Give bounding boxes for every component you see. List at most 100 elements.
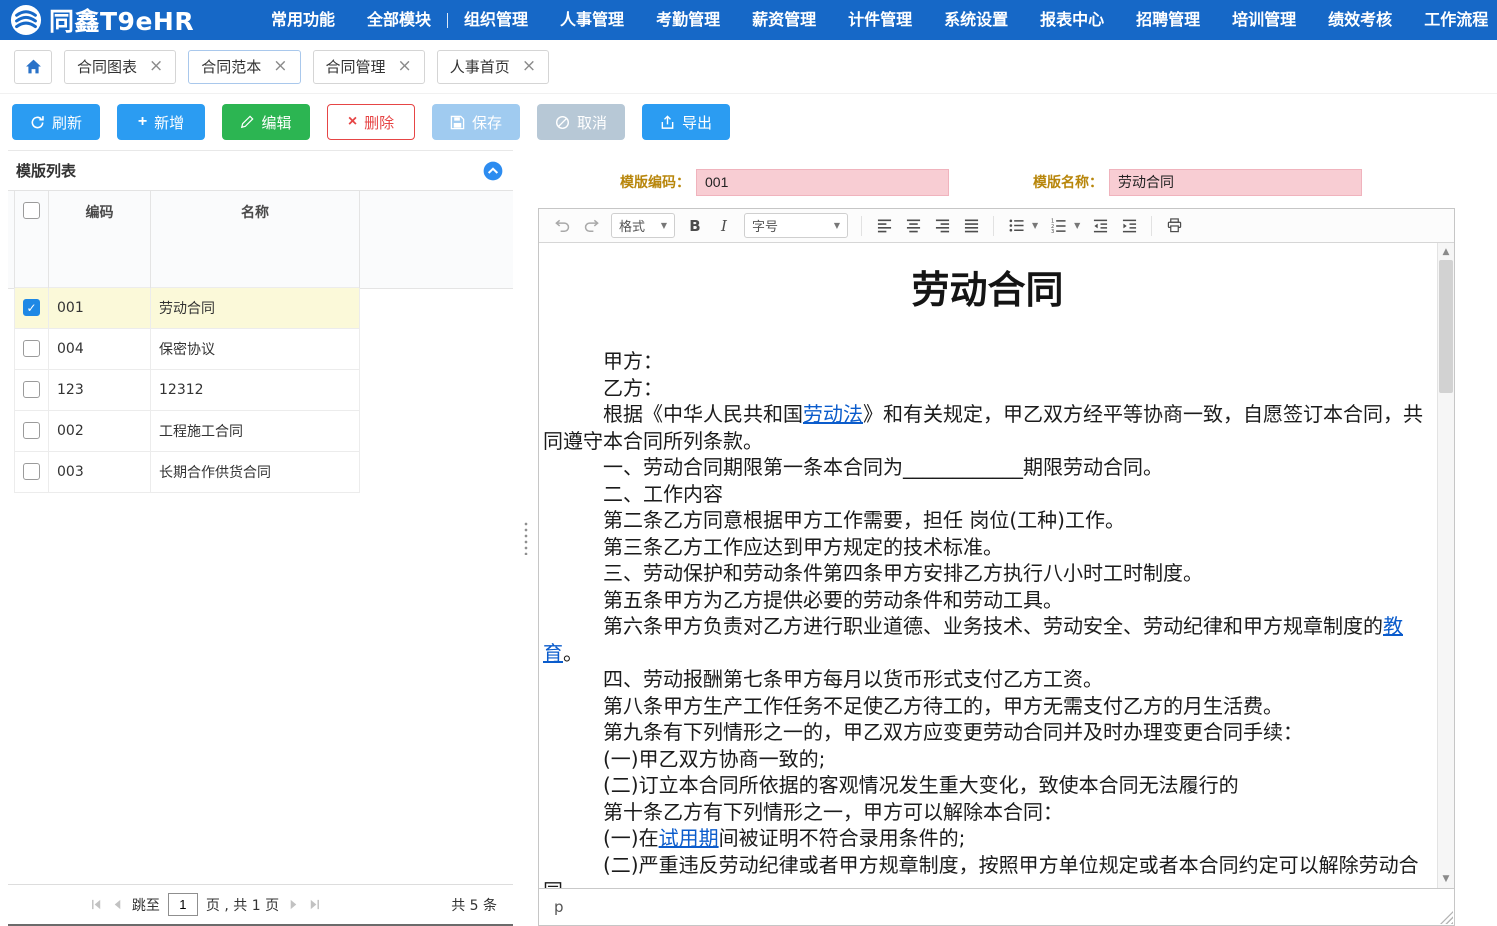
- tab-4[interactable]: 人事首页 ×: [437, 50, 549, 84]
- export-button[interactable]: 导出: [642, 104, 730, 140]
- row-checkbox[interactable]: [23, 422, 40, 439]
- save-button[interactable]: 保存: [432, 104, 520, 140]
- tab-2[interactable]: 合同范本 ×: [188, 50, 300, 84]
- refresh-button[interactable]: 刷新: [12, 104, 100, 140]
- align-right-icon[interactable]: [929, 213, 955, 238]
- row-name: 劳动合同: [151, 287, 360, 328]
- table-row[interactable]: 12312312: [15, 369, 360, 410]
- numbered-list-icon[interactable]: 123: [1045, 213, 1071, 238]
- indent-icon[interactable]: [1116, 213, 1142, 238]
- save-icon: [450, 115, 465, 130]
- bullet-list-caret-icon[interactable]: ▼: [1032, 221, 1038, 230]
- resize-grip[interactable]: [1440, 911, 1453, 924]
- nav-item-2[interactable]: 全部模块: [351, 0, 447, 40]
- panel-splitter[interactable]: [513, 150, 538, 926]
- row-checkbox[interactable]: [23, 463, 40, 480]
- last-page-icon[interactable]: [308, 898, 321, 911]
- row-name: 保密协议: [151, 328, 360, 369]
- add-button[interactable]: + 新增: [117, 104, 205, 140]
- select-all-checkbox[interactable]: [23, 202, 40, 219]
- tab-bar: 合同图表× 合同范本 × 合同管理 × 人事首页 ×: [0, 40, 1497, 94]
- tab-label: 人事首页: [450, 56, 510, 77]
- collapse-panel-button[interactable]: [483, 161, 503, 181]
- nav-item-1[interactable]: 常用功能: [255, 0, 351, 40]
- doc-paragraph: 根据《中华人民共和国劳动法》和有关规定，甲乙双方经平等协商一致，自愿签订本合同，…: [543, 401, 1432, 454]
- cancel-button[interactable]: 取消: [537, 104, 625, 140]
- row-checkbox[interactable]: [23, 381, 40, 398]
- row-checkbox[interactable]: ✓: [23, 299, 40, 316]
- print-icon[interactable]: [1161, 213, 1187, 238]
- jump-label: 跳至: [132, 895, 160, 915]
- nav-item-6[interactable]: 薪资管理: [736, 0, 832, 40]
- bullet-list-icon[interactable]: [1003, 213, 1029, 238]
- row-checkbox-cell: [15, 410, 49, 451]
- nav-item-8[interactable]: 系统设置: [928, 0, 1024, 40]
- table-row[interactable]: 002工程施工合同: [15, 410, 360, 451]
- doc-paragraph: (二)订立本合同所依据的客观情况发生重大变化，致使本合同无法履行的: [543, 772, 1432, 799]
- doc-paragraph: 第二条乙方同意根据甲方工作需要，担任 岗位(工种)工作。: [543, 507, 1432, 534]
- splitter-grip-icon: [524, 521, 528, 555]
- tab-label: 合同范本: [201, 56, 261, 77]
- scroll-down-icon[interactable]: ▼: [1438, 871, 1454, 887]
- nav-item-9[interactable]: 报表中心: [1024, 0, 1120, 40]
- italic-button[interactable]: I: [711, 213, 737, 238]
- row-name: 长期合作供货合同: [151, 451, 360, 492]
- align-center-icon[interactable]: [900, 213, 926, 238]
- editor-content[interactable]: 劳动合同 甲方：乙方：根据《中华人民共和国劳动法》和有关规定，甲乙双方经平等协商…: [539, 243, 1454, 888]
- tab-label: 合同管理: [326, 56, 386, 77]
- scroll-up-icon[interactable]: ▲: [1438, 244, 1454, 260]
- editor-scrollbar[interactable]: ▲ ▼: [1437, 243, 1454, 888]
- table-row[interactable]: ✓001劳动合同: [15, 287, 360, 328]
- scrollbar-thumb[interactable]: [1439, 260, 1453, 393]
- nav-item-10[interactable]: 招聘管理: [1120, 0, 1216, 40]
- svg-text:3: 3: [1051, 229, 1054, 233]
- table-row[interactable]: 004保密协议: [15, 328, 360, 369]
- edit-button[interactable]: 编辑: [222, 104, 310, 140]
- top-nav: 常用功能全部模块组织管理人事管理考勤管理薪资管理计件管理系统设置报表中心招聘管理…: [255, 0, 1497, 40]
- doc-link[interactable]: 试用期: [659, 826, 719, 850]
- next-page-icon[interactable]: [287, 898, 300, 911]
- tab-close-icon[interactable]: ×: [398, 58, 412, 75]
- template-code-input[interactable]: [696, 169, 949, 196]
- bold-button[interactable]: B: [682, 213, 708, 238]
- nav-item-13[interactable]: 工作流程: [1408, 0, 1497, 40]
- template-name-input[interactable]: [1109, 169, 1362, 196]
- template-name-label: 模版名称：: [1033, 172, 1103, 192]
- template-table: 编码 名称 ✓001劳动合同004保密协议12312312002工程施工合同00…: [8, 191, 513, 884]
- table-row[interactable]: 003长期合作供货合同: [15, 451, 360, 492]
- doc-link[interactable]: 劳动法: [803, 402, 863, 426]
- toolbar-divider: [1151, 216, 1152, 236]
- action-toolbar: 刷新 + 新增 编辑 × 删除 保存 取消 导出: [0, 94, 1497, 150]
- contract-document[interactable]: 劳动合同 甲方：乙方：根据《中华人民共和国劳动法》和有关规定，甲乙双方经平等协商…: [543, 243, 1432, 888]
- tab-close-icon[interactable]: ×: [149, 58, 163, 75]
- align-justify-icon[interactable]: [958, 213, 984, 238]
- nav-item-5[interactable]: 考勤管理: [640, 0, 736, 40]
- numbered-list-caret-icon[interactable]: ▼: [1074, 221, 1080, 230]
- outdent-icon[interactable]: [1087, 213, 1113, 238]
- first-page-icon[interactable]: [90, 898, 103, 911]
- redo-icon[interactable]: [578, 213, 604, 238]
- undo-icon[interactable]: [549, 213, 575, 238]
- nav-item-12[interactable]: 绩效考核: [1312, 0, 1408, 40]
- doc-link[interactable]: 教育: [543, 614, 1403, 665]
- total-count: 共 5 条: [451, 895, 497, 915]
- font-size-dropdown[interactable]: 字号 ▼: [744, 213, 848, 238]
- doc-paragraph: 第十条乙方有下列情形之一，甲方可以解除本合同：: [543, 799, 1432, 826]
- tab-home[interactable]: [14, 50, 52, 84]
- prev-page-icon[interactable]: [111, 898, 124, 911]
- align-left-icon[interactable]: [871, 213, 897, 238]
- nav-item-11[interactable]: 培训管理: [1216, 0, 1312, 40]
- nav-item-4[interactable]: 人事管理: [544, 0, 640, 40]
- tab-close-icon[interactable]: ×: [273, 58, 287, 75]
- nav-item-3[interactable]: 组织管理: [448, 0, 544, 40]
- tab-3[interactable]: 合同管理 ×: [313, 50, 425, 84]
- page-number-input[interactable]: [168, 893, 198, 916]
- template-list-panel: 模版列表 编码 名称 ✓001劳动合同004保密协议12312312002: [8, 150, 513, 926]
- delete-button[interactable]: × 删除: [327, 104, 415, 140]
- row-checkbox[interactable]: [23, 340, 40, 357]
- tab-close-icon[interactable]: ×: [522, 58, 536, 75]
- format-dropdown[interactable]: 格式 ▼: [611, 213, 675, 238]
- doc-paragraph: (一)在试用期间被证明不符合录用条件的;: [543, 825, 1432, 852]
- nav-item-7[interactable]: 计件管理: [832, 0, 928, 40]
- tab-1[interactable]: 合同图表×: [64, 50, 176, 84]
